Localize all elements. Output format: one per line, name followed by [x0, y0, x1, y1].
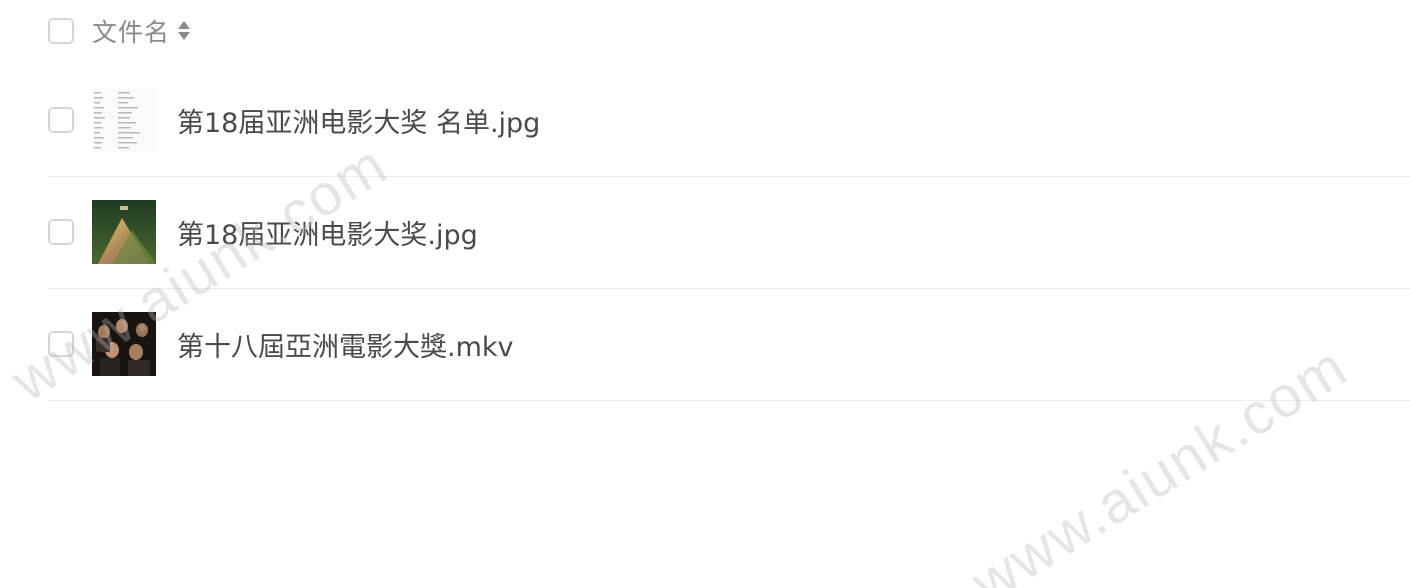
file-row[interactable]: 第18届亚洲电影大奖.jpg — [48, 176, 1410, 289]
file-name[interactable]: 第18届亚洲电影大奖.jpg — [177, 213, 478, 252]
sort-icon[interactable] — [178, 20, 191, 42]
file-checkbox[interactable] — [48, 107, 74, 133]
filename-column-header[interactable]: 文件名 — [92, 13, 170, 49]
file-list-header: 文件名 — [48, 12, 1410, 50]
poster-thumbnail[interactable] — [92, 200, 156, 264]
file-name[interactable]: 第十八屆亞洲電影大獎.mkv — [177, 325, 514, 364]
file-row[interactable]: 第十八屆亞洲電影大獎.mkv — [48, 288, 1410, 401]
file-list-page: 文件名 第18届亚洲电影大奖 名单.jpg 第18届亚洲电影大奖.jpg 第十八… — [0, 0, 1410, 588]
select-all-checkbox[interactable] — [48, 18, 74, 44]
file-name[interactable]: 第18届亚洲电影大奖 名单.jpg — [177, 101, 540, 140]
video-thumbnail[interactable] — [92, 312, 156, 376]
file-checkbox[interactable] — [48, 219, 74, 245]
document-thumbnail[interactable] — [92, 88, 156, 152]
file-row[interactable]: 第18届亚洲电影大奖 名单.jpg — [48, 64, 1410, 177]
file-checkbox[interactable] — [48, 331, 74, 357]
